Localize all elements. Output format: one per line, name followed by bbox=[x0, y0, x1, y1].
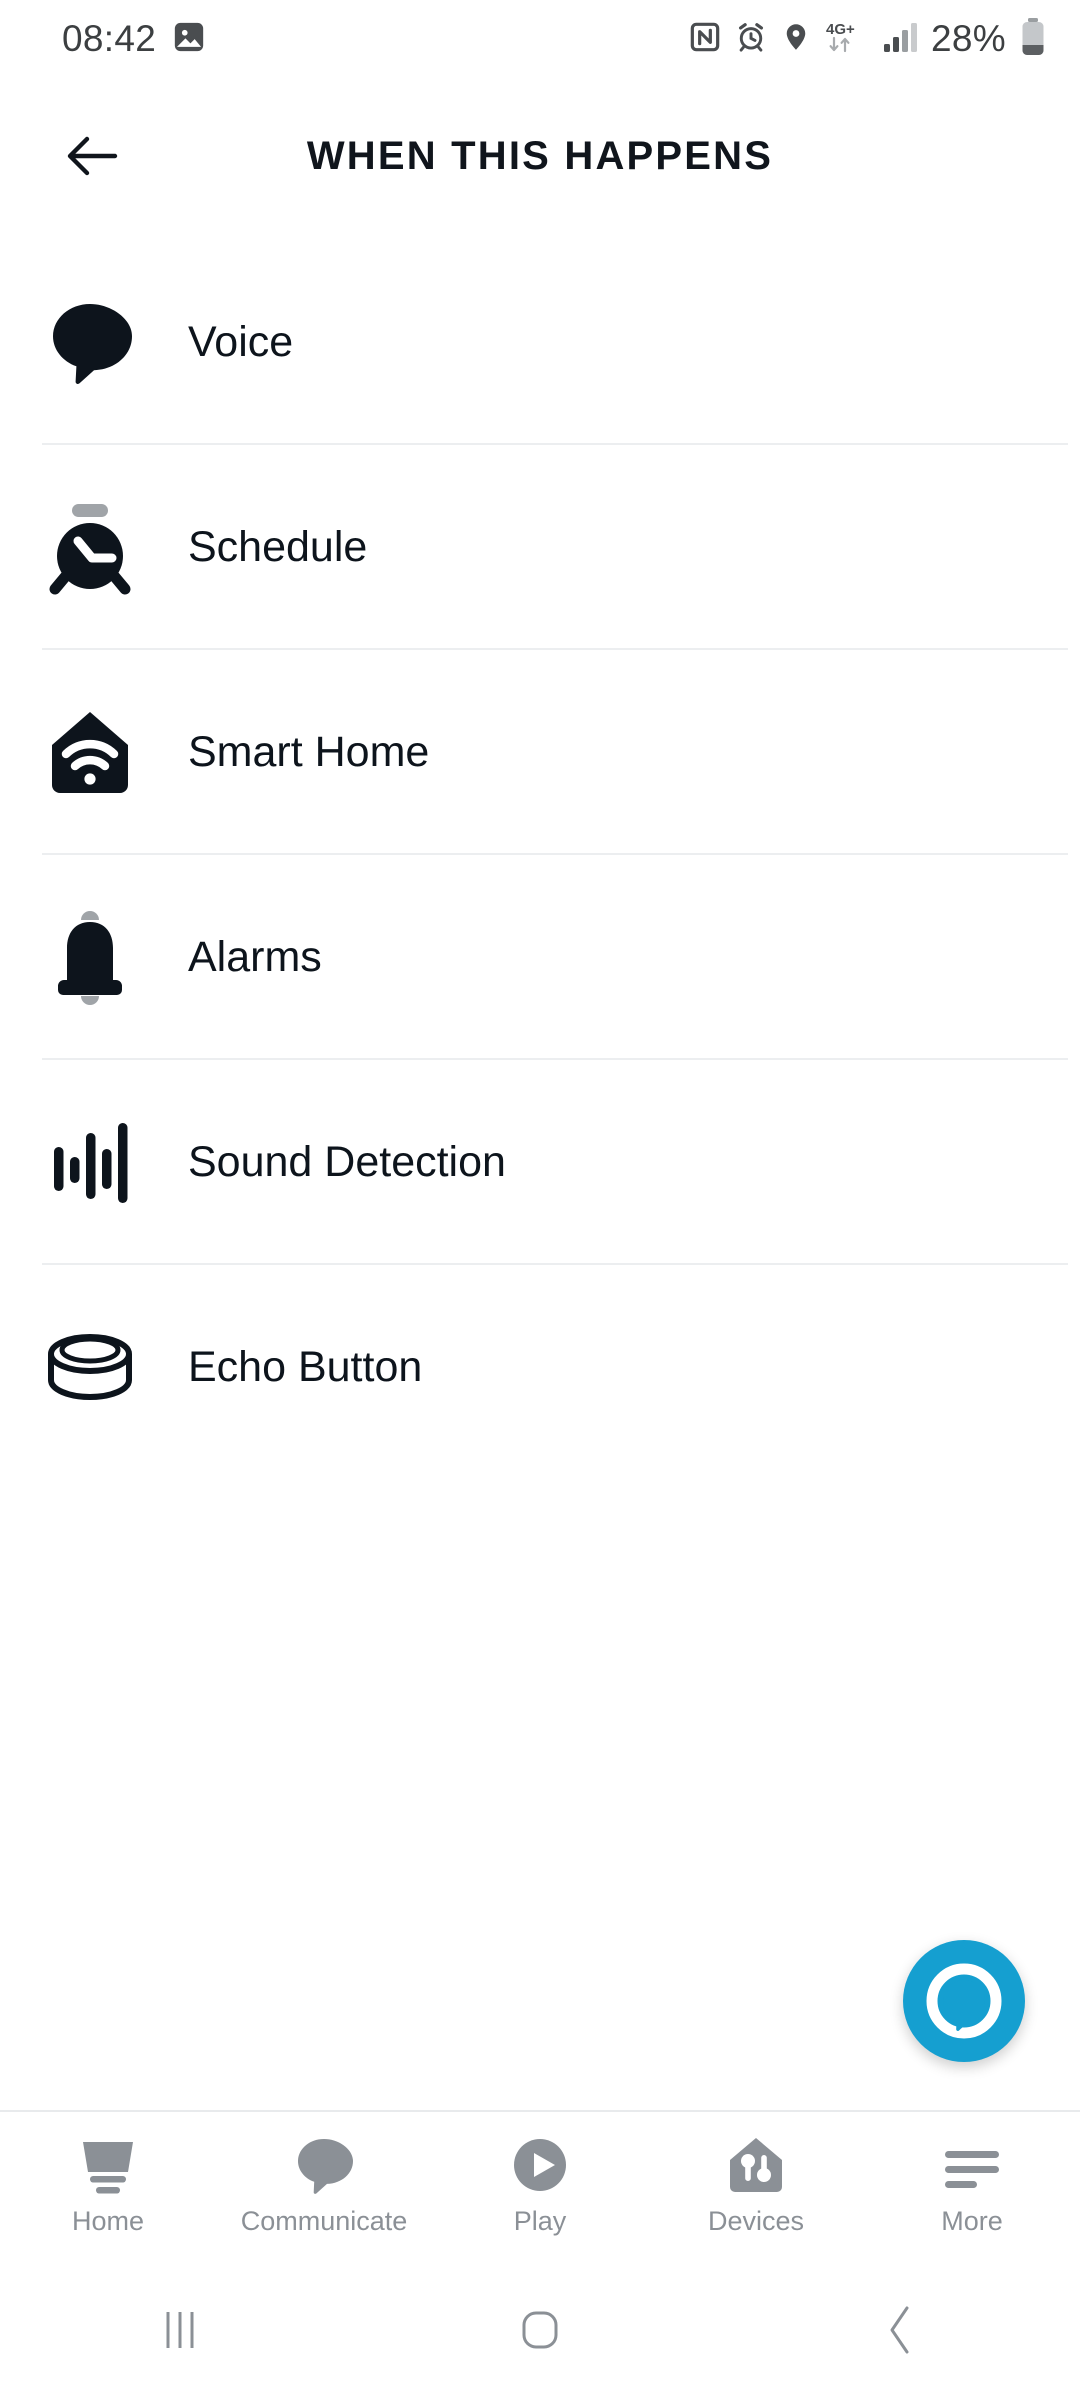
nav-item-communicate[interactable]: Communicate bbox=[216, 2136, 432, 2237]
system-navigation-bar bbox=[0, 2260, 1080, 2400]
home-square-icon bbox=[522, 2311, 558, 2349]
app-header: WHEN THIS HAPPENS bbox=[0, 108, 1080, 204]
echo-button-puck-icon bbox=[42, 1318, 138, 1418]
nav-item-play[interactable]: Play bbox=[432, 2136, 648, 2237]
recents-icon bbox=[166, 2312, 194, 2348]
list-item-label: Alarms bbox=[188, 933, 322, 981]
battery-icon bbox=[1020, 17, 1046, 62]
back-chevron-icon bbox=[890, 2306, 909, 2354]
network-4gplus-icon: 4G+ bbox=[825, 19, 869, 60]
alexa-logo-icon bbox=[926, 1963, 1002, 2039]
home-icon bbox=[77, 2136, 139, 2194]
home-button[interactable] bbox=[360, 2304, 720, 2356]
nav-label: More bbox=[941, 2205, 1003, 2236]
list-item-label: Echo Button bbox=[188, 1343, 423, 1391]
list-item-smart-home[interactable]: Smart Home bbox=[0, 650, 1080, 855]
signal-bars-icon bbox=[883, 21, 918, 58]
nav-item-home[interactable]: Home bbox=[0, 2136, 216, 2237]
list-item-alarms[interactable]: Alarms bbox=[0, 855, 1080, 1060]
alexa-assistant-button[interactable] bbox=[903, 1940, 1025, 2062]
location-pin-icon bbox=[781, 21, 811, 58]
back-arrow-icon bbox=[67, 136, 118, 176]
list-item-label: Schedule bbox=[188, 523, 368, 571]
nav-label: Communicate bbox=[240, 2205, 408, 2236]
menu-lines-icon bbox=[941, 2136, 1003, 2194]
sound-waveform-icon bbox=[42, 1113, 138, 1213]
alarm-clock-icon bbox=[735, 21, 767, 58]
page-title: WHEN THIS HAPPENS bbox=[306, 133, 774, 178]
list-item-label: Sound Detection bbox=[188, 1138, 506, 1186]
house-wifi-icon bbox=[42, 703, 138, 803]
back-button[interactable] bbox=[720, 2302, 1080, 2358]
nav-item-more[interactable]: More bbox=[864, 2136, 1080, 2237]
gallery-image-icon bbox=[172, 20, 206, 59]
recents-button[interactable] bbox=[0, 2304, 360, 2356]
nav-item-devices[interactable]: Devices bbox=[648, 2136, 864, 2237]
house-sliders-icon bbox=[727, 2136, 785, 2194]
status-bar: 08:42 4G+ 28% bbox=[0, 0, 1080, 78]
nav-label: Home bbox=[71, 2205, 145, 2236]
status-bar-clock: 08:42 bbox=[62, 18, 157, 59]
speech-bubble-icon bbox=[295, 2136, 353, 2194]
list-item-label: Smart Home bbox=[188, 728, 430, 776]
trigger-list: Voice Schedule Smart Home Alarms Sound D… bbox=[0, 240, 1080, 1470]
alarm-clock-icon bbox=[42, 498, 138, 598]
back-button[interactable] bbox=[58, 121, 128, 191]
battery-percent-label: 28% bbox=[931, 18, 1006, 59]
speech-bubble-icon bbox=[42, 293, 138, 393]
nfc-icon bbox=[689, 21, 721, 58]
play-circle-icon bbox=[511, 2136, 569, 2194]
list-item-schedule[interactable]: Schedule bbox=[0, 445, 1080, 650]
bottom-navigation: Home Communicate Play Devices More bbox=[0, 2110, 1080, 2260]
bell-icon bbox=[42, 908, 138, 1008]
nav-label: Play bbox=[513, 2205, 567, 2236]
list-item-label: Voice bbox=[188, 318, 294, 366]
nav-label: Devices bbox=[707, 2205, 805, 2236]
list-item-sound-detection[interactable]: Sound Detection bbox=[0, 1060, 1080, 1265]
status-bar-right: 4G+ 28% bbox=[689, 17, 1046, 62]
status-bar-left: 08:42 bbox=[62, 18, 206, 60]
svg-text:4G+: 4G+ bbox=[826, 21, 855, 38]
list-item-voice[interactable]: Voice bbox=[0, 240, 1080, 445]
app-screen: 08:42 4G+ 28% WHEN THIS HAPPENS Voice Sc… bbox=[0, 0, 1080, 2400]
list-item-echo-button[interactable]: Echo Button bbox=[0, 1265, 1080, 1470]
